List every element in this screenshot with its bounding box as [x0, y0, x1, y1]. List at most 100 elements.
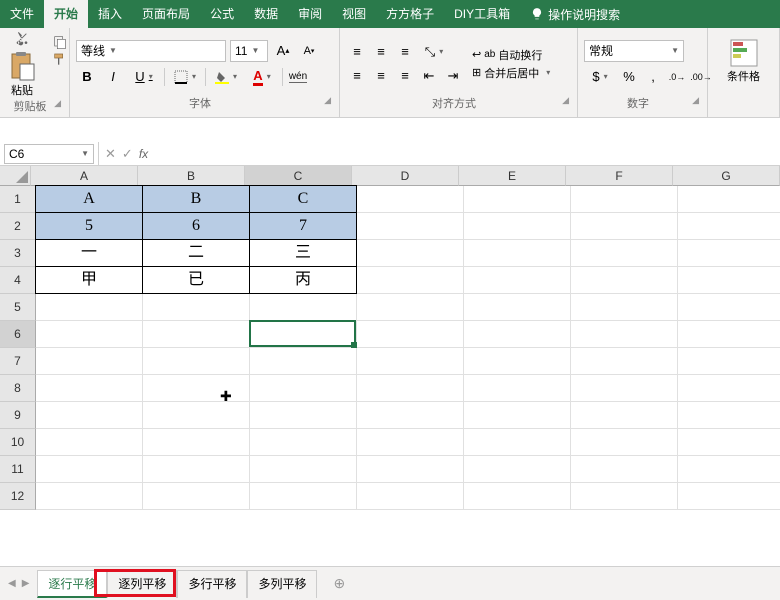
col-header[interactable]: E — [459, 166, 566, 186]
sheet-tab[interactable]: 多行平移 — [177, 570, 247, 598]
cell[interactable] — [464, 483, 571, 510]
cell[interactable] — [464, 321, 571, 348]
menu-tab-5[interactable]: 数据 — [244, 0, 288, 28]
cut-icon[interactable] — [14, 32, 30, 48]
cell[interactable] — [464, 294, 571, 321]
cell[interactable] — [357, 402, 464, 429]
cell[interactable] — [464, 375, 571, 402]
cell[interactable]: 丙 — [249, 266, 357, 294]
underline-button[interactable]: U ▾ — [128, 66, 160, 88]
col-header[interactable]: F — [566, 166, 673, 186]
cell[interactable] — [464, 213, 571, 240]
comma-button[interactable]: , — [642, 66, 664, 88]
cell[interactable] — [250, 456, 357, 483]
col-header[interactable]: C — [245, 166, 352, 186]
align-bottom-icon[interactable]: ≡ — [394, 41, 416, 63]
cell[interactable] — [571, 267, 678, 294]
align-right-icon[interactable]: ≡ — [394, 65, 416, 87]
cell[interactable] — [571, 375, 678, 402]
increase-indent-icon[interactable]: ⇥ — [442, 65, 464, 87]
alignment-launcher-icon[interactable]: ◢ — [562, 95, 569, 106]
cell[interactable] — [357, 375, 464, 402]
cell[interactable] — [357, 483, 464, 510]
cell[interactable] — [678, 294, 780, 321]
cell[interactable] — [250, 375, 357, 402]
row-header[interactable]: 3 — [0, 240, 36, 267]
cell[interactable]: A — [35, 185, 143, 213]
cell[interactable] — [464, 240, 571, 267]
merge-center-button[interactable]: ⊞ 合并后居中 ▾ — [472, 65, 550, 81]
increase-decimal-icon[interactable]: .0→ — [666, 66, 688, 88]
conditional-formatting-icon[interactable] — [729, 38, 759, 68]
cell[interactable] — [678, 240, 780, 267]
col-header[interactable]: D — [352, 166, 459, 186]
add-sheet-button[interactable]: ⊕ — [325, 575, 353, 592]
cell[interactable] — [357, 267, 464, 294]
phonetic-button[interactable]: wén — [287, 66, 309, 88]
cell[interactable]: B — [142, 185, 250, 213]
cell[interactable] — [464, 186, 571, 213]
paste-icon[interactable] — [6, 50, 38, 82]
fx-icon[interactable]: fx — [139, 147, 148, 161]
cell[interactable] — [678, 267, 780, 294]
menu-tab-7[interactable]: 视图 — [332, 0, 376, 28]
menu-tab-8[interactable]: 方方格子 — [376, 0, 444, 28]
cell[interactable] — [571, 402, 678, 429]
cell[interactable] — [143, 348, 250, 375]
cell[interactable] — [36, 402, 143, 429]
orientation-icon[interactable]: ⤡▾ — [418, 41, 450, 63]
row-header[interactable]: 2 — [0, 213, 36, 240]
cell[interactable] — [678, 429, 780, 456]
row-header[interactable]: 1 — [0, 186, 36, 213]
cell[interactable] — [571, 456, 678, 483]
cell[interactable] — [571, 483, 678, 510]
cell[interactable] — [143, 429, 250, 456]
cell[interactable] — [464, 429, 571, 456]
cell[interactable] — [678, 348, 780, 375]
sheet-tab[interactable]: 多列平移 — [247, 570, 317, 598]
menu-tab-0[interactable]: 文件 — [0, 0, 44, 28]
cell[interactable] — [571, 429, 678, 456]
currency-button[interactable]: $▾ — [584, 66, 616, 88]
bold-button[interactable]: B — [76, 66, 98, 88]
sheet-tab[interactable]: 逐列平移 — [107, 570, 177, 598]
cell[interactable] — [571, 213, 678, 240]
align-center-icon[interactable]: ≡ — [370, 65, 392, 87]
cell[interactable] — [36, 429, 143, 456]
align-left-icon[interactable]: ≡ — [346, 65, 368, 87]
cell[interactable] — [250, 294, 357, 321]
increase-font-icon[interactable]: A▴ — [272, 40, 294, 62]
cell[interactable] — [36, 456, 143, 483]
cell[interactable]: 已 — [142, 266, 250, 294]
font-launcher-icon[interactable]: ◢ — [324, 95, 331, 106]
cell[interactable] — [571, 348, 678, 375]
tell-me-search[interactable]: 操作说明搜索 — [530, 6, 620, 23]
font-name-select[interactable]: 等线▼ — [76, 40, 226, 62]
font-color-button[interactable]: A▾ — [246, 66, 278, 88]
cell[interactable] — [36, 483, 143, 510]
menu-tab-9[interactable]: DIY工具箱 — [444, 0, 520, 28]
cell[interactable] — [357, 294, 464, 321]
menu-tab-3[interactable]: 页面布局 — [132, 0, 200, 28]
sheet-tab[interactable]: 逐行平移 — [37, 570, 107, 598]
cell[interactable] — [571, 240, 678, 267]
cell[interactable] — [250, 348, 357, 375]
row-header[interactable]: 12 — [0, 483, 36, 510]
cell[interactable] — [678, 483, 780, 510]
nav-prev-icon[interactable]: ◀ — [8, 578, 16, 589]
number-launcher-icon[interactable]: ◢ — [692, 95, 699, 106]
cell[interactable] — [250, 402, 357, 429]
decrease-indent-icon[interactable]: ⇤ — [418, 65, 440, 87]
row-header[interactable]: 4 — [0, 267, 36, 294]
row-header[interactable]: 7 — [0, 348, 36, 375]
cell[interactable] — [357, 240, 464, 267]
cell[interactable]: 一 — [35, 239, 143, 267]
font-size-select[interactable]: 11▼ — [230, 40, 268, 62]
row-header[interactable]: 9 — [0, 402, 36, 429]
cell[interactable]: C — [249, 185, 357, 213]
col-header[interactable]: B — [138, 166, 245, 186]
nav-next-icon[interactable]: ▶ — [22, 578, 30, 589]
copy-icon[interactable] — [52, 34, 68, 50]
format-painter-icon[interactable] — [52, 52, 68, 68]
cell[interactable] — [678, 186, 780, 213]
